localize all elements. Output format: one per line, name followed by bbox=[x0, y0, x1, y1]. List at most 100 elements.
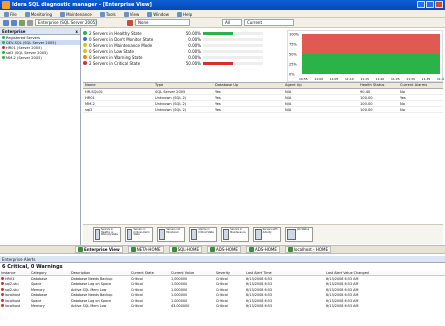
alerts-column-header[interactable]: Description bbox=[70, 271, 130, 275]
grid-cell: N/A bbox=[285, 95, 292, 100]
toolbar: Enterprise (SQL Server 2005) None All Cu… bbox=[0, 18, 445, 28]
view-tab[interactable]: ADS-HOME bbox=[245, 246, 280, 253]
grid-cell: HR01 bbox=[85, 95, 95, 100]
alert-row[interactable]: sql2-stu Space Database Log on Space Critic… bbox=[0, 282, 445, 288]
menu-window[interactable]: Window bbox=[147, 11, 169, 17]
refresh-icon[interactable] bbox=[19, 19, 25, 26]
report-card-label: Job Status bbox=[297, 228, 310, 231]
report-card-icon bbox=[223, 229, 230, 240]
report-card-icon bbox=[255, 229, 262, 240]
alert-cell: Active SQL Mem Low bbox=[70, 288, 130, 292]
server-tree-panel: Enterprise x Registered Servers DEV-SQL … bbox=[0, 28, 81, 245]
view-tab[interactable]: SQL-HOME bbox=[168, 246, 203, 253]
tools-icon bbox=[99, 11, 105, 17]
tab-label: ADS-HOME bbox=[254, 247, 277, 252]
report-card-icon bbox=[95, 229, 100, 240]
x-tick-label: 11:15 bbox=[360, 77, 369, 81]
alert-cell: Critical bbox=[215, 299, 245, 303]
minimize-button[interactable] bbox=[417, 1, 425, 8]
alert-cell-text: 6/13/2008 6:53 AM bbox=[326, 282, 359, 287]
close-button[interactable] bbox=[435, 1, 443, 8]
wrench-icon bbox=[60, 11, 66, 17]
view-select[interactable]: None bbox=[135, 19, 190, 26]
grid-column-header[interactable]: Current Alarms bbox=[398, 83, 443, 88]
grid-column-header[interactable]: Name bbox=[83, 83, 153, 88]
grid-cell: SQL Server 2005 bbox=[155, 89, 186, 94]
menu-help[interactable]: Help bbox=[177, 11, 192, 17]
report-card-button[interactable]: Servers in Critical Alarm State bbox=[125, 227, 153, 242]
view-tab[interactable]: Enterprise View bbox=[75, 246, 123, 253]
menu-maintenance[interactable]: Maintenance bbox=[60, 11, 92, 17]
summary-bar bbox=[203, 43, 263, 47]
time-select[interactable]: All bbox=[222, 19, 242, 26]
x-tick-label: 11:25 bbox=[391, 77, 400, 81]
alert-row[interactable]: localhost Memory Active SQL Mem Low Critica… bbox=[0, 304, 445, 310]
alert-cell: Critical bbox=[130, 304, 170, 308]
view-tab[interactable]: ADS-HOME bbox=[207, 246, 241, 253]
view-tab-bar: Enterprise View NETA-HOME SQL-HOME ADS-HOME… bbox=[0, 245, 445, 254]
tab-server-icon bbox=[130, 247, 136, 252]
view-tab[interactable]: NETA-HOME bbox=[127, 246, 164, 253]
report-card-button[interactable]: Servers with Activity bbox=[253, 227, 281, 242]
report-card-label: Alarms in Critical State bbox=[198, 228, 214, 234]
tab-server-icon bbox=[171, 247, 177, 252]
report-card-button[interactable]: Servers not Monitored bbox=[157, 227, 185, 242]
add-server-icon[interactable] bbox=[27, 19, 33, 26]
report-card-button[interactable]: Servers in Healthy or Warning State bbox=[93, 227, 121, 242]
alert-row[interactable]: sql2-stu Memory Active SQL Mem Low Critical… bbox=[0, 287, 445, 293]
menu-tools[interactable]: Tools bbox=[99, 11, 116, 17]
x-tick-label: 11:40 bbox=[437, 77, 444, 81]
alerts-column-header[interactable]: Category bbox=[30, 271, 70, 275]
alerts-column-header[interactable]: Last Alert Time bbox=[245, 271, 325, 275]
alert-cell: HR01 bbox=[0, 276, 30, 281]
server-state-summary: 2 Servers in Healthy State 50.00% 0 Server… bbox=[83, 30, 283, 80]
alerts-column-header[interactable]: Severity bbox=[215, 271, 245, 275]
maximize-button[interactable] bbox=[426, 1, 434, 8]
alert-cell: 6/13/2008 6:53 AM bbox=[325, 288, 435, 292]
menu-monitoring[interactable]: Monitoring bbox=[24, 11, 52, 17]
grid-column-header[interactable]: Database Up bbox=[213, 83, 283, 88]
alert-cell: localhost bbox=[0, 298, 30, 303]
alert-row[interactable]: localhost Database Database Needs Backup Cr… bbox=[0, 293, 445, 299]
report-card-label: Servers with Activity bbox=[262, 228, 278, 234]
grid-column-header[interactable]: Health Status bbox=[358, 83, 398, 88]
alert-cell-text: 1.000000 bbox=[171, 293, 188, 298]
grid-row[interactable]: sql2 Unknown (SQL 2) Yes N/A 100.00 No bbox=[83, 107, 443, 113]
tree-item-server[interactable]: MM-2 (Server 2005) bbox=[0, 55, 80, 60]
report-card-button[interactable]: Servers in Maintenance bbox=[221, 227, 249, 242]
alert-row[interactable]: localhost Space Database Log on Space Criti… bbox=[0, 298, 445, 304]
alert-cell: Critical bbox=[215, 293, 245, 297]
status-dot-icon bbox=[83, 43, 87, 47]
grid-cell: sql2 bbox=[85, 107, 93, 112]
alert-cell-text: localhost bbox=[5, 298, 21, 303]
alert-cell-text: Critical bbox=[216, 287, 228, 292]
status-select[interactable]: Current bbox=[244, 19, 294, 26]
summary-row[interactable]: 2 Servers in Critical State 50.00% bbox=[83, 60, 283, 66]
report-card-button[interactable]: Alarms in Critical State bbox=[189, 227, 217, 242]
back-icon[interactable] bbox=[3, 19, 9, 26]
tab-server-icon bbox=[210, 247, 216, 252]
alert-icon[interactable] bbox=[127, 19, 133, 26]
chart-svg: 100% 75% 50% 25% 0% 10:55 11:00 11:05 11:10 11:15… bbox=[289, 33, 445, 82]
close-panel-icon[interactable]: x bbox=[75, 29, 78, 34]
summary-percent: 0.00% bbox=[188, 42, 201, 48]
alerts-table: Instance Category Description Current State… bbox=[0, 271, 445, 309]
alert-row[interactable]: HR01 Database Database Needs Backup Critica… bbox=[0, 276, 445, 282]
server-select[interactable]: Enterprise (SQL Server 2005) bbox=[35, 19, 97, 26]
grid-cell: Yes bbox=[215, 89, 221, 94]
alerts-column-header[interactable]: Current State bbox=[130, 271, 170, 275]
view-tab[interactable]: localhost - HOME bbox=[284, 246, 331, 253]
grid-column-header[interactable]: Type bbox=[153, 83, 213, 88]
server-status-icon bbox=[2, 56, 5, 59]
alerts-column-header[interactable]: Last Alert Value Changed bbox=[325, 271, 435, 275]
summary-label: 0 Servers in Low State bbox=[89, 48, 134, 54]
menu-file[interactable]: File bbox=[4, 11, 17, 17]
alert-cell-text: Database Needs Backup bbox=[71, 276, 113, 281]
menu-view[interactable]: View bbox=[123, 11, 139, 17]
report-card-button[interactable]: Job Status bbox=[285, 227, 313, 242]
grid-column-header[interactable]: Agent Up bbox=[283, 83, 358, 88]
y-tick-label: 100% bbox=[289, 33, 300, 37]
alerts-column-header[interactable]: Instance bbox=[0, 271, 30, 275]
forward-icon[interactable] bbox=[11, 19, 17, 26]
alerts-column-header[interactable]: Current Value bbox=[170, 271, 215, 275]
